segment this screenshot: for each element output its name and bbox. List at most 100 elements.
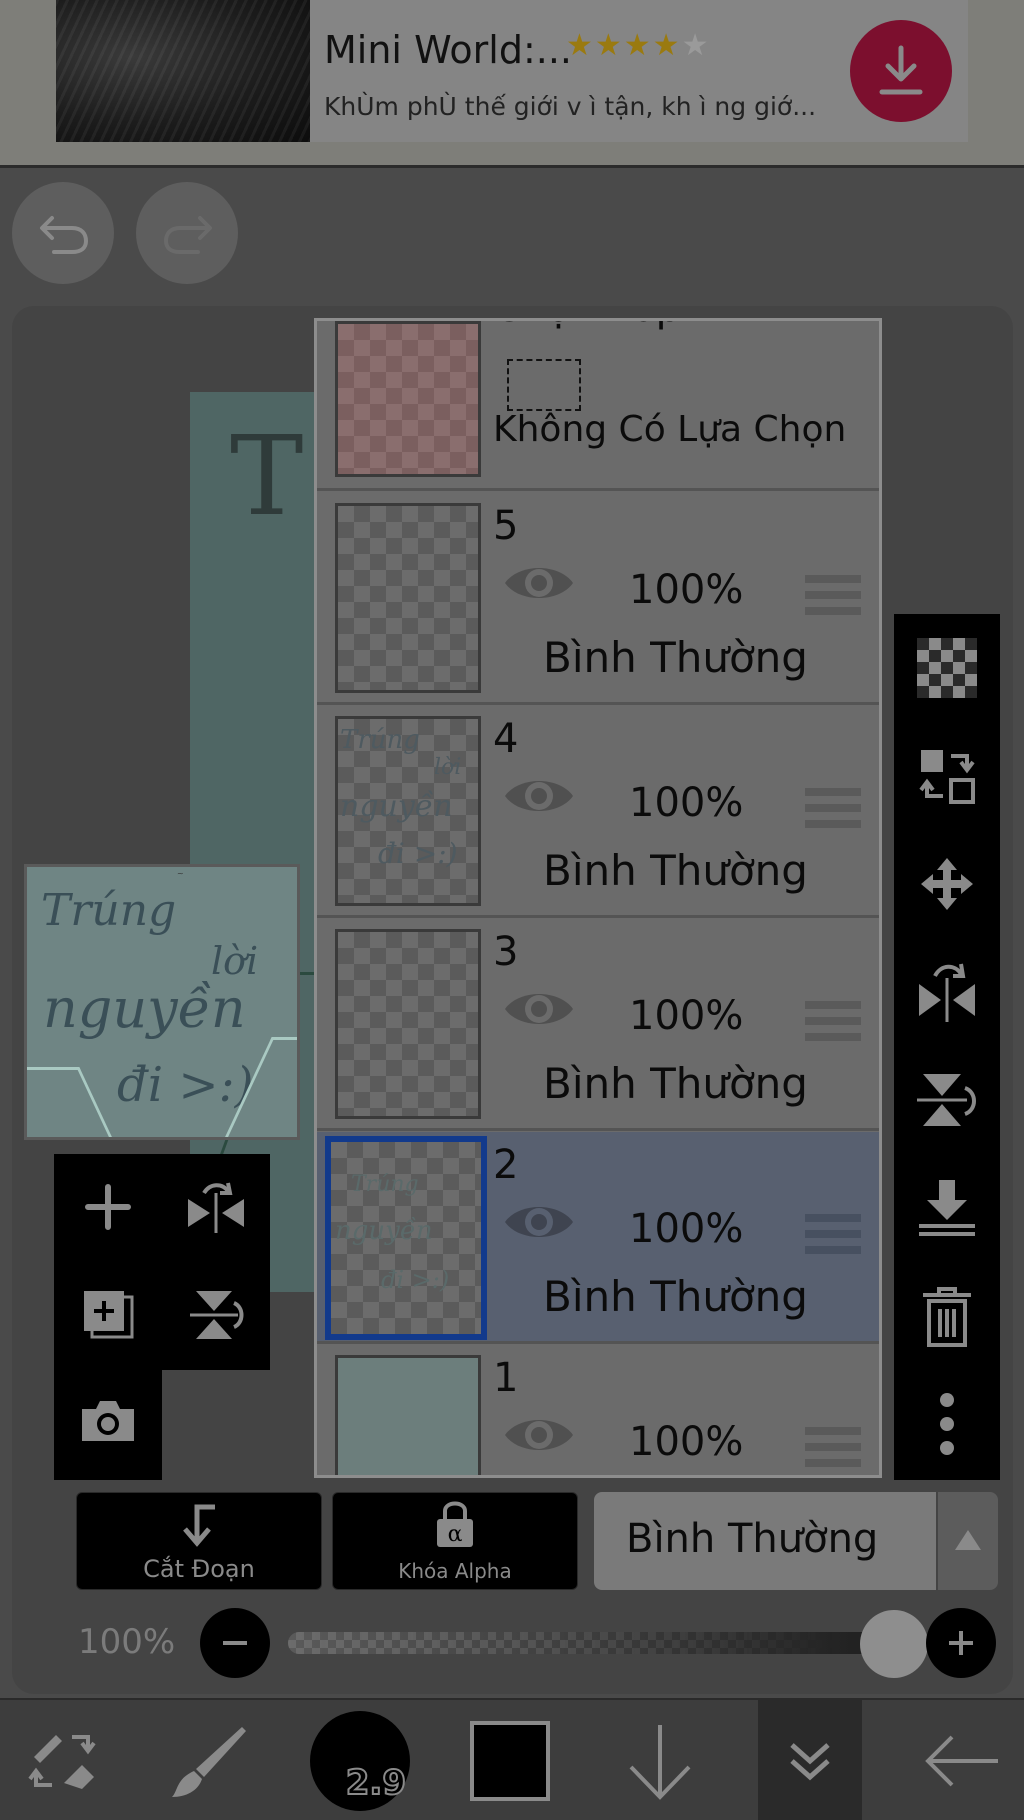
preview-signature: ~ — [177, 869, 184, 878]
color-swatch — [470, 1721, 550, 1801]
layer-number: 5 — [493, 503, 519, 549]
flip-horizontal-button[interactable] — [894, 938, 1000, 1046]
more-options-button[interactable] — [894, 1370, 1000, 1478]
alpha-lock-label: Khóa Alpha — [398, 1559, 512, 1583]
add-copy-layer-icon — [84, 1291, 134, 1339]
thumb-word: nguyền — [335, 1216, 433, 1246]
blend-mode-select[interactable]: Bình Thường — [594, 1492, 936, 1590]
move-icon — [921, 858, 973, 910]
transparency-icon — [917, 638, 977, 698]
layer-row[interactable]: 1 100% — [317, 1345, 879, 1475]
redo-icon — [163, 216, 212, 254]
selection-rect-icon — [507, 359, 581, 411]
ad-download-button[interactable] — [850, 20, 952, 122]
opacity-slider-track[interactable] — [288, 1632, 894, 1654]
layers-button[interactable] — [758, 1700, 862, 1820]
preview-word: Trúng — [41, 885, 177, 936]
drag-handle-icon[interactable] — [805, 788, 861, 836]
alpha-lock-button[interactable]: α Khóa Alpha — [332, 1492, 578, 1590]
layer-opacity: 100% — [629, 567, 744, 613]
layer-row[interactable]: Trúng lời nguyền đi >:) 4 100% Bình Thườ… — [317, 706, 879, 918]
redo-button[interactable] — [136, 182, 238, 284]
thumb-word: lời — [434, 755, 462, 780]
layer-list[interactable]: Chọn Lớp Không Có Lựa Chọn 5 100% Bình T… — [314, 318, 882, 1478]
svg-text:α: α — [448, 1522, 463, 1547]
layer-swap-icon — [919, 750, 975, 804]
visibility-eye-icon[interactable] — [501, 774, 577, 818]
opacity-increase-button[interactable] — [926, 1608, 996, 1678]
selection-layer-title: Chọn Lớp — [493, 321, 681, 331]
delete-layer-button[interactable] — [894, 1262, 1000, 1370]
thumb-word: Trúng — [351, 1172, 419, 1197]
lock-icon: α — [437, 1501, 473, 1547]
ad-card[interactable]: Mini World:... ★★★★★ KhÙm phÙ thế giới v… — [56, 0, 968, 142]
layer-number: 4 — [493, 716, 519, 762]
layer-swap-button[interactable] — [894, 722, 1000, 830]
brush-size-value: 2.9 — [345, 1762, 407, 1804]
layer-blend-mode: Bình Thường — [543, 1272, 808, 1321]
camera-button[interactable] — [54, 1368, 162, 1474]
layer-blend-mode: Bình Thường — [543, 1059, 808, 1108]
visibility-eye-icon[interactable] — [501, 987, 577, 1031]
layer-blend-mode: Bình Thường — [543, 633, 808, 682]
layer-tools-sidebar — [894, 614, 1000, 1480]
arrow-down-icon — [629, 1725, 691, 1800]
brush-icon — [172, 1727, 246, 1797]
layers-icon — [790, 1743, 830, 1781]
layer-thumbnail — [335, 321, 481, 477]
duplicate-layer-button[interactable] — [54, 1262, 162, 1368]
ad-banner[interactable]: Mini World:... ★★★★★ KhÙm phÙ thế giới v… — [0, 0, 1024, 168]
layer-thumbnail — [335, 503, 481, 693]
back-button[interactable] — [900, 1700, 1024, 1820]
selection-layer[interactable]: Chọn Lớp Không Có Lựa Chọn — [317, 321, 879, 491]
thumb-word: đi >:) — [378, 837, 458, 870]
thumb-word: đi >:) — [381, 1266, 450, 1294]
opacity-value: 100% — [78, 1622, 176, 1662]
layer-thumbnail — [335, 929, 481, 1119]
trash-icon — [923, 1287, 971, 1347]
layer-opacity: 100% — [629, 993, 744, 1039]
transparency-button[interactable] — [894, 614, 1000, 722]
preview-word: đi >:) — [117, 1057, 254, 1113]
move-button[interactable] — [894, 830, 1000, 938]
canvas-letter: T — [230, 412, 304, 540]
brush-tool-button[interactable] — [146, 1700, 270, 1820]
layer-opacity: 100% — [629, 1206, 744, 1252]
add-layer-button[interactable] — [54, 1154, 162, 1260]
layer-row-selected[interactable]: Trúng nguyền đi >:) 2 100% Bình Thường — [317, 1132, 879, 1344]
ad-thumbnail — [56, 0, 310, 142]
clipping-button[interactable]: Cắt Đoạn — [76, 1492, 322, 1590]
selection-status: Không Có Lựa Chọn — [493, 409, 847, 450]
blend-mode-dropdown-arrow-icon[interactable] — [938, 1492, 998, 1590]
tool-switch-button[interactable] — [0, 1700, 124, 1820]
layer-row[interactable]: 3 100% Bình Thường — [317, 919, 879, 1131]
add-layer-icon — [85, 1184, 131, 1230]
merge-down-button[interactable] — [894, 1154, 1000, 1262]
flip-vertical-button[interactable] — [894, 1046, 1000, 1154]
opacity-slider-handle[interactable] — [860, 1610, 928, 1678]
visibility-eye-icon[interactable] — [501, 1200, 577, 1244]
drag-handle-icon[interactable] — [805, 1214, 861, 1262]
tool-switch-icon — [28, 1735, 96, 1789]
undo-button[interactable] — [12, 182, 114, 284]
drag-handle-icon[interactable] — [805, 575, 861, 623]
drag-handle-icon[interactable] — [805, 1427, 861, 1475]
opacity-decrease-button[interactable] — [200, 1608, 270, 1678]
visibility-eye-icon[interactable] — [501, 561, 577, 605]
layer-opacity: 100% — [629, 780, 744, 826]
flip-horizontal-icon — [919, 963, 975, 1022]
arrow-down-button[interactable] — [610, 1700, 710, 1820]
flip-vertical-icon — [917, 1074, 976, 1126]
visibility-eye-icon[interactable] — [501, 1413, 577, 1457]
drag-handle-icon[interactable] — [805, 1001, 861, 1049]
flip-layer-vertical-button[interactable] — [162, 1262, 270, 1368]
clipping-icon — [183, 1504, 215, 1547]
color-picker-button[interactable] — [460, 1700, 560, 1820]
download-icon — [879, 45, 923, 95]
flip-layer-h-icon — [188, 1182, 244, 1233]
layer-row[interactable]: 5 100% Bình Thường — [317, 493, 879, 705]
brush-size-button[interactable]: 2.9 — [300, 1700, 420, 1820]
camera-icon — [82, 1401, 134, 1441]
flip-layer-horizontal-button[interactable] — [162, 1154, 270, 1260]
thumb-word: Trúng — [340, 725, 420, 755]
